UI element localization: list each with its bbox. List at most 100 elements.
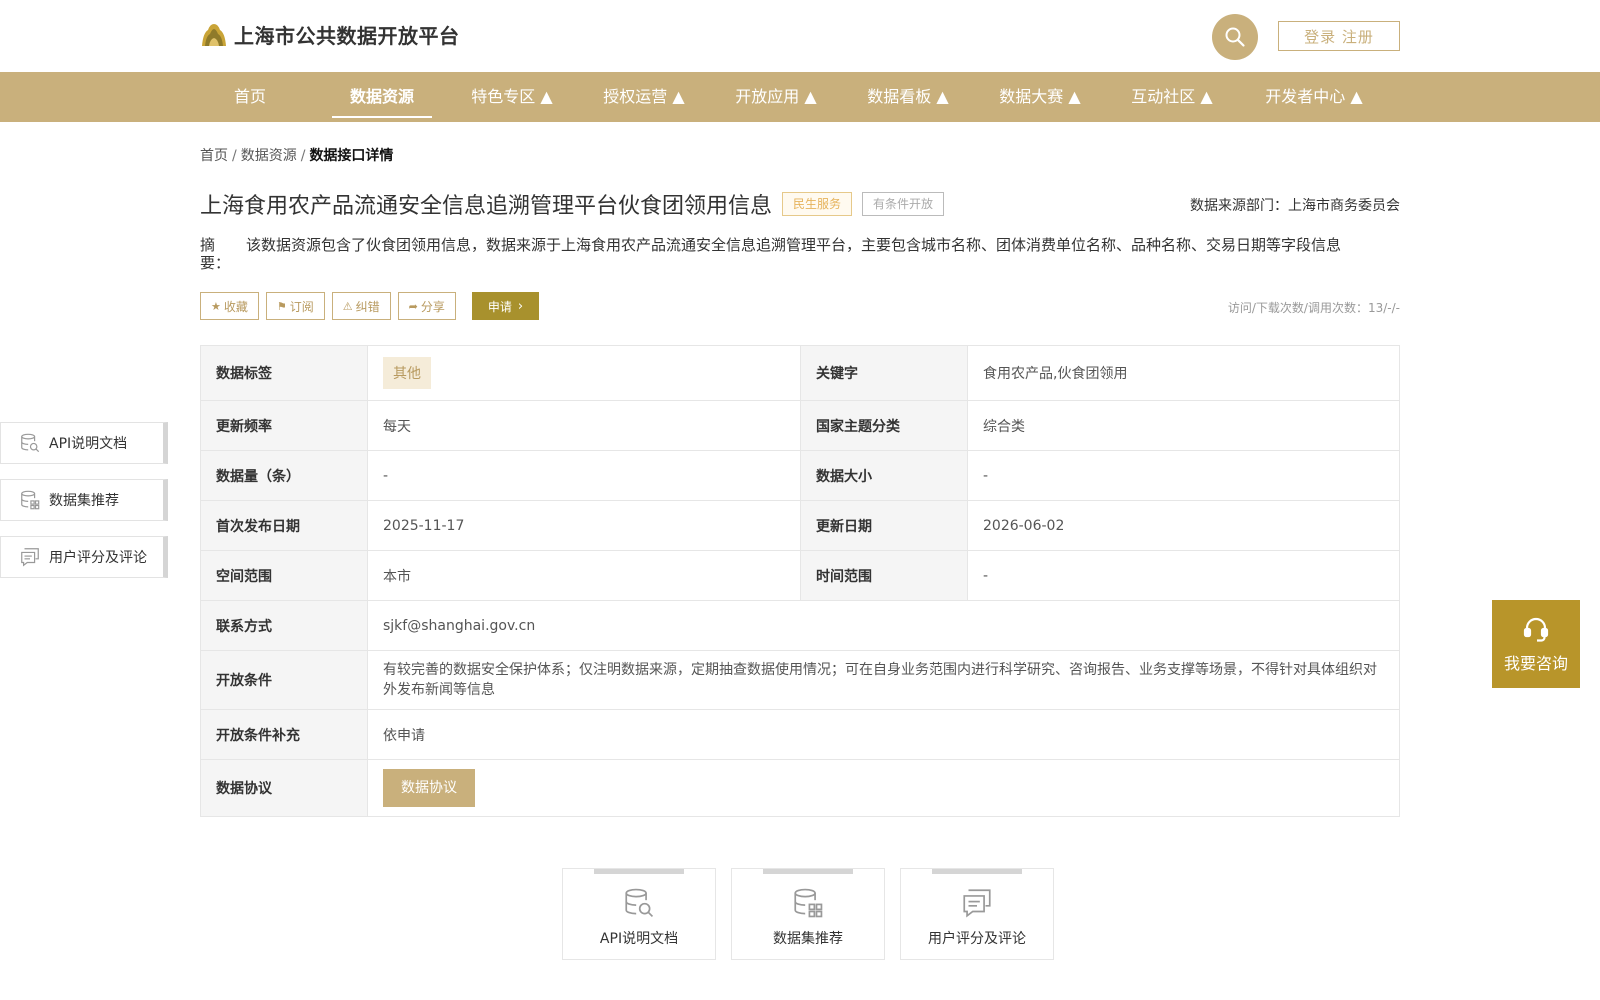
table-row: 开放条件 有较完善的数据安全保护体系；仅注明数据来源，定期抽查数据使用情况；可在… (200, 650, 1400, 710)
card-rating-label: 用户评分及评论 (928, 931, 1026, 947)
card-top-bar (763, 869, 853, 874)
favorite-label: 收藏 (223, 299, 248, 314)
data-info-table: 数据标签 其他 关键字 食用农产品,伙食团领用 更新频率 每天 国家主题分类 综… (200, 345, 1400, 817)
main-nav: 首页 数据资源 特色专区 ▲ 授权运营 ▲ 开放应用 ▲ 数据看板 ▲ 数据大赛… (0, 72, 1600, 122)
keyword-label: 关键字 (800, 345, 968, 401)
spatial-scope-label: 空间范围 (200, 550, 368, 601)
theme-category-label: 国家主题分类 (800, 400, 968, 451)
bookmark-icon: ⚑ (276, 299, 287, 313)
keyword-value: 食用农产品,伙食团领用 (967, 345, 1400, 401)
data-agreement-cell: 数据协议 (367, 759, 1400, 817)
star-icon: ★ (211, 299, 221, 313)
subscribe-button[interactable]: ⚑ 订阅 (265, 292, 325, 320)
table-row: 更新频率 每天 国家主题分类 综合类 (200, 400, 1400, 451)
report-label: 纠错 (355, 299, 380, 314)
share-icon: ➦ (408, 299, 418, 313)
time-scope-label: 时间范围 (800, 550, 968, 601)
consult-label: 我要咨询 (1503, 654, 1568, 673)
database-grid-icon (794, 888, 823, 918)
open-condition-extra-label: 开放条件补充 (200, 709, 368, 760)
breadcrumb-home[interactable]: 首页 (200, 148, 228, 164)
login-register-button[interactable]: 登录 注册 (1278, 21, 1400, 51)
open-condition-extra-value: 依申请 (367, 709, 1400, 760)
data-size-value: - (967, 450, 1400, 501)
nav-item-data-dashboard[interactable]: 数据看板 ▲ (858, 72, 958, 122)
breadcrumb-resources[interactable]: 数据资源 (241, 148, 297, 164)
database-search-icon (625, 888, 654, 918)
warning-icon: ⚠ (342, 299, 353, 313)
table-row: 空间范围 本市 时间范围 - (200, 550, 1400, 601)
table-row: 数据协议 数据协议 (200, 759, 1400, 817)
theme-category-value: 综合类 (967, 400, 1400, 451)
data-size-label: 数据大小 (800, 450, 968, 501)
share-button[interactable]: ➦ 分享 (397, 292, 456, 320)
nav-item-open-apps[interactable]: 开放应用 ▲ (726, 72, 826, 122)
summary-text: 该数据资源包含了伙食团领用信息，数据来源于上海食用农产品流通安全信息追溯管理平台… (246, 236, 1342, 254)
side-menu-dataset-recommend[interactable]: 数据集推荐 (0, 479, 168, 521)
breadcrumb-separator: / (232, 148, 237, 164)
apply-label: 申请 (487, 299, 512, 314)
nav-item-authorized-operation[interactable]: 授权运营 ▲ (594, 72, 694, 122)
card-dataset-label: 数据集推荐 (773, 931, 843, 947)
table-row: 联系方式 sjkf@shanghai.gov.cn (200, 600, 1400, 651)
nav-item-data-contest[interactable]: 数据大赛 ▲ (990, 72, 1090, 122)
first-publish-label: 首次发布日期 (200, 500, 368, 551)
update-frequency-label: 更新频率 (200, 400, 368, 451)
data-tag-label: 数据标签 (200, 345, 368, 401)
record-count-label: 数据量（条） (200, 450, 368, 501)
access-stats: 访问/下载次数/调用次数：13/-/- (1227, 301, 1400, 315)
chevron-right-icon: › (517, 298, 524, 314)
card-rating[interactable]: 用户评分及评论 (900, 868, 1054, 960)
table-row: 首次发布日期 2025-11-17 更新日期 2026-06-02 (200, 500, 1400, 551)
nav-item-community[interactable]: 互动社区 ▲ (1122, 72, 1222, 122)
search-icon (1225, 27, 1245, 47)
card-api-doc-label: API说明文档 (599, 931, 679, 947)
search-button[interactable] (1212, 14, 1258, 60)
open-condition-value: 有较完善的数据安全保护体系；仅注明数据来源，定期抽查数据使用情况；可在自身业务范… (367, 650, 1400, 710)
card-api-doc[interactable]: API说明文档 (562, 868, 716, 960)
contact-value[interactable]: sjkf@shanghai.gov.cn (367, 600, 1400, 651)
data-agreement-label: 数据协议 (200, 759, 368, 817)
time-scope-value: - (967, 550, 1400, 601)
card-top-bar (932, 869, 1022, 874)
data-tag-badge[interactable]: 其他 (383, 357, 431, 389)
side-menu-rating[interactable]: 用户评分及评论 (0, 536, 168, 578)
update-date-label: 更新日期 (800, 500, 968, 551)
card-dataset-recommend[interactable]: 数据集推荐 (731, 868, 885, 960)
breadcrumb-separator: / (300, 148, 306, 164)
breadcrumb-current: 数据接口详情 (309, 148, 394, 164)
record-count-value: - (367, 450, 801, 501)
report-error-button[interactable]: ⚠ 纠错 (331, 292, 391, 320)
logo[interactable]: 上海市公共数据开放平台 (200, 20, 460, 49)
consult-button[interactable]: 我要咨询 (1492, 600, 1580, 688)
data-agreement-button[interactable]: 数据协议 (383, 769, 475, 807)
nav-item-data-resources[interactable]: 数据资源 (332, 72, 432, 122)
table-row: 开放条件补充 依申请 (200, 709, 1400, 760)
header: 上海市公共数据开放平台 登录 注册 (0, 0, 1600, 72)
side-menu-dataset-label: 数据集推荐 (49, 493, 119, 509)
table-row: 数据标签 其他 关键字 食用农产品,伙食团领用 (200, 345, 1400, 401)
nav-item-home[interactable]: 首页 (200, 72, 300, 122)
database-search-icon (21, 433, 40, 453)
headset-icon (1523, 617, 1549, 642)
nav-item-special-zones[interactable]: 特色专区 ▲ (462, 72, 562, 122)
page-title: 上海食用农产品流通安全信息追溯管理平台伙食团领用信息 (200, 194, 773, 219)
nav-item-developer-center[interactable]: 开发者中心 ▲ (1254, 72, 1374, 122)
side-menu-rating-label: 用户评分及评论 (49, 550, 147, 566)
comment-icon (21, 548, 39, 567)
table-row: 数据量（条） - 数据大小 - (200, 450, 1400, 501)
share-label: 分享 (420, 299, 445, 314)
logo-text: 上海市公共数据开放平台 (234, 24, 460, 48)
apply-button[interactable]: 申请 › (471, 292, 540, 320)
service-tag: 民生服务 (782, 192, 853, 216)
action-bar: ★ 收藏 ⚑ 订阅 ⚠ 纠错 ➦ 分享 申请 › (200, 292, 540, 320)
nav-active-indicator (332, 116, 432, 118)
logo-icon (202, 23, 226, 46)
spatial-scope-value: 本市 (367, 550, 801, 601)
update-date-value: 2026-06-02 (967, 500, 1400, 551)
side-menu-api-doc[interactable]: API说明文档 (0, 422, 168, 464)
side-menu-api-doc-label: API说明文档 (49, 436, 128, 452)
breadcrumb: 首页 / 数据资源 / 数据接口详情 (200, 145, 393, 165)
favorite-button[interactable]: ★ 收藏 (200, 292, 259, 320)
source-department: 数据来源部门：上海市商务委员会 (1190, 198, 1400, 214)
